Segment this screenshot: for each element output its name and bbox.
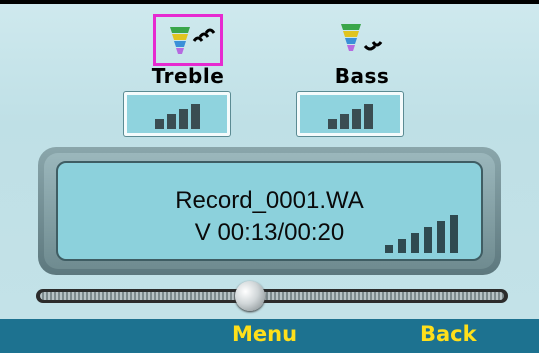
level-bar: [167, 114, 176, 129]
level-bar: [364, 104, 373, 129]
bass-level-bars: [328, 104, 373, 129]
track-filename: Record_0001.WA: [175, 187, 364, 214]
volume-bar: [398, 239, 406, 253]
level-bar: [191, 104, 200, 129]
treble-control[interactable]: Treble: [143, 8, 233, 92]
volume-bar: [450, 215, 458, 253]
progress-slider[interactable]: [36, 281, 508, 311]
lcd-panel: Record_0001.WA V 00:13/00:20: [56, 161, 483, 261]
level-bar: [155, 119, 164, 129]
bass-level-meter: [297, 92, 403, 136]
volume-bars: [385, 215, 458, 253]
treble-level-meter: [124, 92, 230, 136]
bass-tone-icon: [327, 14, 397, 66]
track-display: Record_0001.WA V 00:13/00:20: [38, 147, 501, 275]
back-softkey[interactable]: Back: [420, 322, 477, 346]
level-bar: [179, 109, 188, 129]
player-screen: Treble Bass Record_0001.WA V 00:13/00:20…: [0, 0, 539, 353]
top-border: [0, 0, 539, 4]
volume-bar: [411, 233, 419, 253]
treble-level-bars: [155, 104, 200, 129]
slider-knob[interactable]: [234, 281, 265, 311]
menu-softkey[interactable]: Menu: [232, 322, 297, 346]
level-bar: [340, 114, 349, 129]
level-bar: [352, 109, 361, 129]
volume-bar: [385, 245, 393, 253]
treble-label: Treble: [151, 64, 225, 88]
bass-label: Bass: [334, 64, 390, 88]
bass-control[interactable]: Bass: [317, 8, 407, 92]
softkey-bar: Menu Back: [0, 319, 539, 353]
volume-bar: [424, 227, 432, 253]
level-bar: [328, 119, 337, 129]
treble-tone-icon: [153, 14, 223, 66]
volume-bar: [437, 221, 445, 253]
